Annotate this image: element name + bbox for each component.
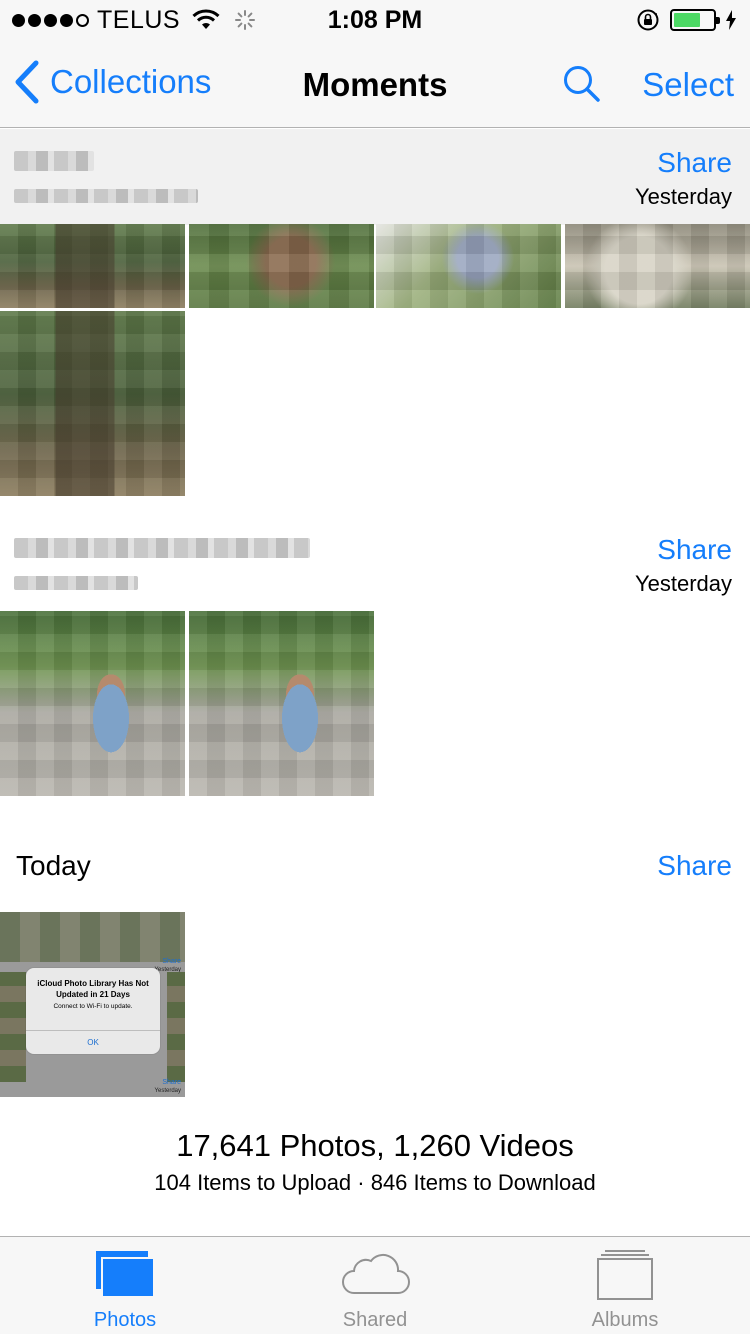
moment-date: Yesterday [634,571,732,596]
orientation-lock-icon [637,9,659,31]
mini-share-label: Share [162,1079,181,1086]
moment-date: Yesterday [634,184,732,209]
tab-label: Shared [342,1309,408,1331]
tab-label: Photos [93,1309,157,1331]
alert-message: Connect to Wi-Fi to update. [53,1003,133,1010]
mini-share-label: Share [162,958,181,965]
moment-header: Share Yesterday [0,129,750,225]
page-title: Moments [302,66,448,103]
tab-label: Albums [591,1309,659,1331]
share-button[interactable]: Share [657,534,732,566]
tab-bar: Photos Shared Albums [0,1236,750,1334]
albums-icon [597,1250,653,1300]
library-counts: 17,641 Photos, 1,260 Videos [176,1128,574,1163]
navigation-bar: Collections Moments Select [0,40,750,128]
blurred-sublocation [14,576,138,590]
photo-thumbnail[interactable] [189,611,374,796]
icloud-alert-preview: iCloud Photo Library Has Not Updated in … [26,968,160,1054]
select-button[interactable]: Select [642,66,734,104]
photo-thumbnail[interactable] [565,224,750,308]
tab-photos[interactable]: Photos [0,1237,250,1334]
photos-icon [96,1251,155,1298]
status-right [636,8,736,32]
moment-header: Share Yesterday [0,516,750,612]
tab-shared[interactable]: Shared [250,1237,500,1334]
mini-date-label: Yesterday [154,1088,181,1094]
photo-thumbnail[interactable] [0,224,185,308]
photo-thumbnail[interactable] [376,224,561,308]
screenshot-thumbnail[interactable]: Share Yesterday iCloud Photo Library Has… [0,912,185,1097]
alert-title: iCloud Photo Library Has Not Updated in … [37,979,149,999]
search-icon [564,66,600,102]
photo-thumbnail[interactable] [0,311,185,496]
alert-ok-button: OK [26,1030,160,1054]
charging-bolt-icon [726,10,736,30]
cloud-icon [342,1253,410,1294]
moment-title: Today [16,850,91,881]
share-button[interactable]: Share [657,850,732,882]
tab-albums[interactable]: Albums [500,1237,750,1334]
photo-thumbnail[interactable] [0,611,185,796]
blurred-location [14,538,310,558]
status-bar: TELUS 1:08 PM [0,0,750,40]
search-button[interactable] [562,64,602,109]
sync-status: 104 Items to Upload · 846 Items to Downl… [154,1170,596,1195]
photo-thumbnail[interactable] [189,224,374,308]
blurred-location [14,151,94,171]
library-summary: 17,641 Photos, 1,260 Videos 104 Items to… [0,1128,750,1196]
blurred-sublocation [14,189,198,203]
share-button[interactable]: Share [657,147,732,179]
battery-icon [670,9,720,31]
